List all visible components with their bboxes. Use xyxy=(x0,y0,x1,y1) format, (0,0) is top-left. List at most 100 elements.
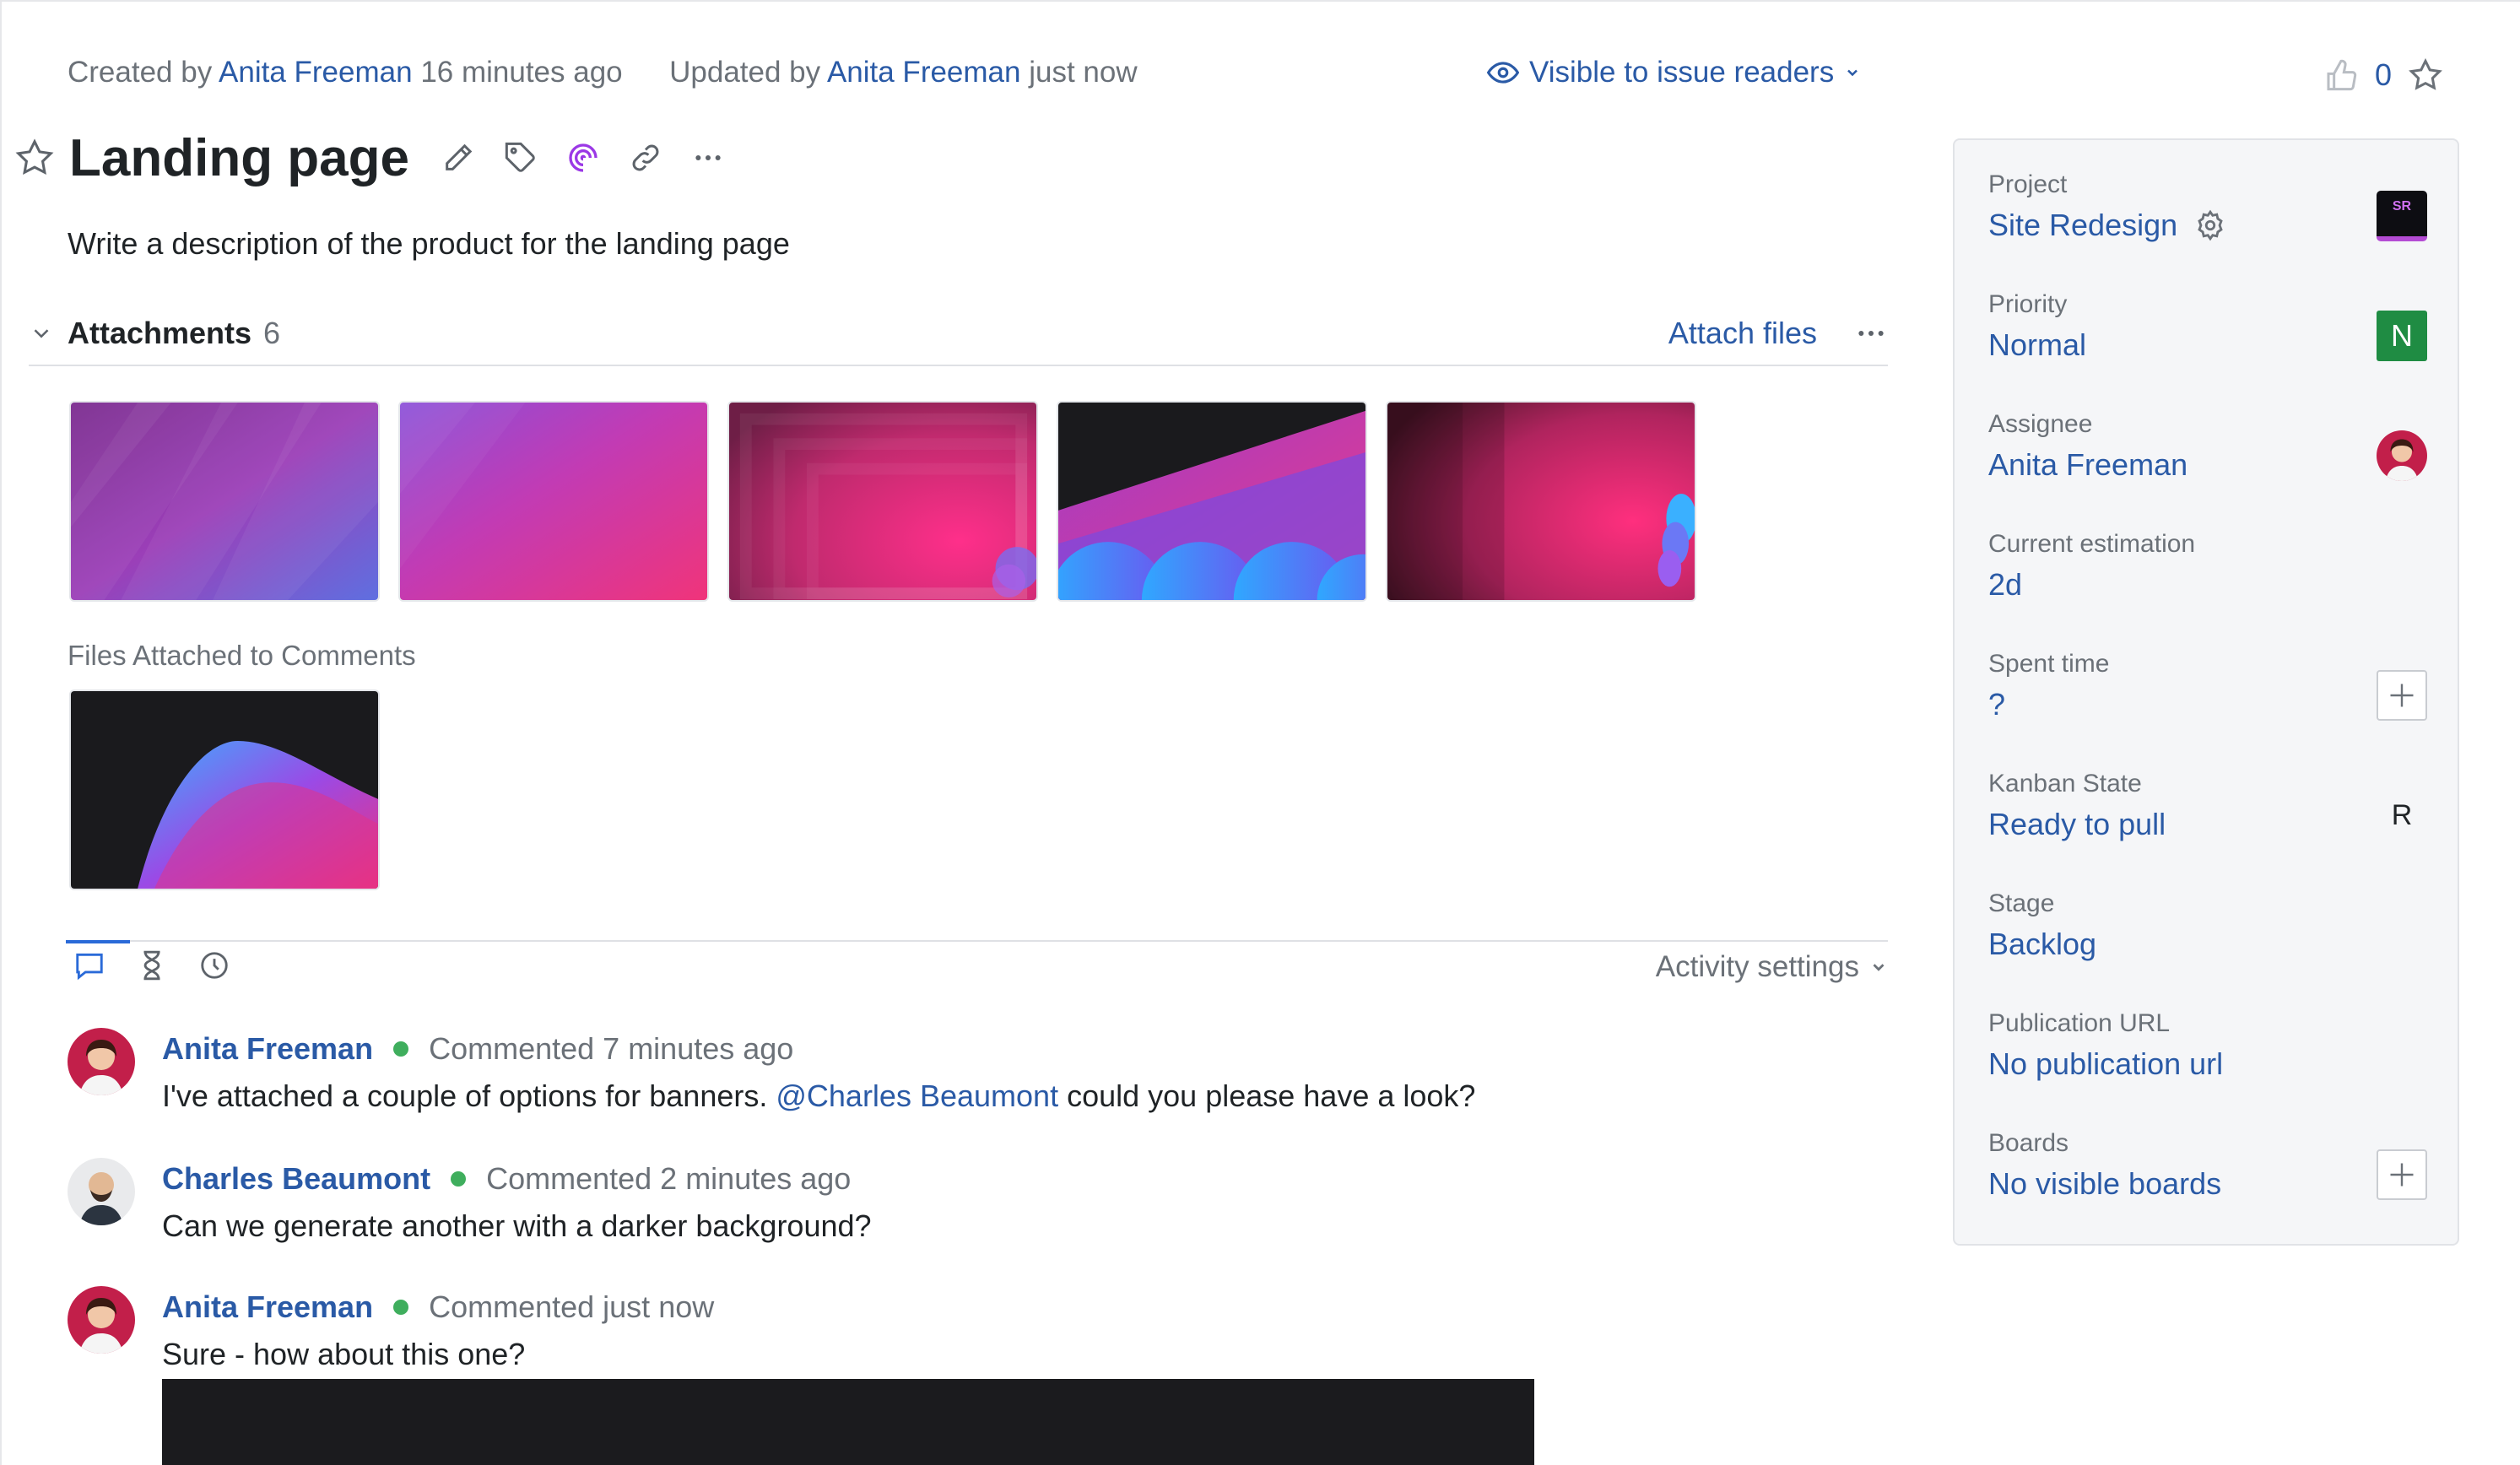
attachment-thumbnail[interactable] xyxy=(1386,401,1696,602)
star-icon[interactable] xyxy=(2409,58,2442,92)
tab-history[interactable] xyxy=(192,942,236,989)
more-icon[interactable] xyxy=(1854,316,1888,350)
attachments-count: 6 xyxy=(263,316,281,350)
issue-fields-panel: Project Site Redesign SR Priority Normal… xyxy=(1953,138,2459,1246)
field-publication-url[interactable]: Publication URL No publication url xyxy=(1988,1009,2427,1111)
created-prefix: Created by xyxy=(68,56,213,89)
comment-item: Charles Beaumont Commented 2 minutes ago… xyxy=(68,1158,1840,1251)
comment-body: Can we generate another with a darker ba… xyxy=(162,1208,872,1243)
priority-badge: N xyxy=(2377,311,2427,361)
field-label: Priority xyxy=(1988,290,2068,318)
eye-icon xyxy=(1487,62,1519,84)
online-indicator xyxy=(393,1300,409,1315)
comment-header: Anita Freeman Commented just now xyxy=(162,1289,714,1325)
field-label: Project xyxy=(1988,170,2068,198)
ai-assistant-icon[interactable] xyxy=(566,141,600,175)
comment-image[interactable] xyxy=(162,1379,1534,1465)
field-value[interactable]: Anita Freeman xyxy=(1988,447,2187,483)
title-toolbar xyxy=(441,141,725,175)
tab-work-items[interactable] xyxy=(130,942,174,989)
activity-settings-label: Activity settings xyxy=(1655,950,1859,983)
add-spent-time-button[interactable] xyxy=(2377,670,2427,721)
field-spent-time[interactable]: Spent time ? xyxy=(1988,650,2427,751)
field-value[interactable]: Ready to pull xyxy=(1988,807,2166,842)
field-label: Assignee xyxy=(1988,410,2093,438)
comment-time: Commented 7 minutes ago xyxy=(429,1031,794,1066)
comment-header: Anita Freeman Commented 7 minutes ago xyxy=(162,1031,793,1067)
comment-body: I've attached a couple of options for ba… xyxy=(162,1078,1475,1114)
comment-attachment-thumbnail[interactable] xyxy=(69,689,380,890)
kanban-state-badge: R xyxy=(2391,798,2413,831)
avatar[interactable] xyxy=(68,1158,135,1225)
attachment-thumbnail[interactable] xyxy=(727,401,1038,602)
comment-text: I've attached a couple of options for ba… xyxy=(162,1078,776,1113)
updated-prefix: Updated by xyxy=(669,56,821,89)
comment-body: Sure - how about this one? xyxy=(162,1337,526,1371)
comment-text: could you please have a look? xyxy=(1058,1078,1476,1113)
thumbs-up-icon[interactable] xyxy=(2324,58,2358,92)
comment-time: Commented just now xyxy=(429,1289,715,1324)
comment-author[interactable]: Anita Freeman xyxy=(162,1031,373,1067)
chevron-down-icon xyxy=(1847,69,1858,77)
pencil-icon[interactable] xyxy=(441,141,475,175)
field-value[interactable]: Normal xyxy=(1988,327,2086,363)
activity-bar: Activity settings xyxy=(66,940,1888,991)
plus-icon xyxy=(2390,684,2414,707)
updated-time: just now xyxy=(1029,56,1138,89)
gear-icon[interactable] xyxy=(2194,209,2226,241)
attachment-thumbnail[interactable] xyxy=(1057,401,1367,602)
clock-icon xyxy=(201,952,228,979)
field-value-text[interactable]: Site Redesign xyxy=(1988,208,2177,243)
comment-author[interactable]: Charles Beaumont xyxy=(162,1161,430,1197)
field-boards[interactable]: Boards No visible boards xyxy=(1988,1129,2427,1230)
field-value[interactable]: ? xyxy=(1988,687,2005,722)
field-value[interactable]: No visible boards xyxy=(1988,1166,2221,1202)
field-kanban-state[interactable]: Kanban State Ready to pull R xyxy=(1988,770,2427,871)
comment-header: Charles Beaumont Commented 2 minutes ago xyxy=(162,1161,851,1197)
visibility-label: Visible to issue readers xyxy=(1529,56,1835,89)
attachment-thumbnail[interactable] xyxy=(69,401,380,602)
chevron-down-icon[interactable] xyxy=(29,321,54,346)
field-value[interactable]: Backlog xyxy=(1988,927,2096,962)
vote-count: 0 xyxy=(2375,57,2393,92)
tab-comments[interactable] xyxy=(66,940,130,989)
issue-meta: Created by Anita Freeman 16 minutes ago … xyxy=(68,56,1138,89)
field-label: Stage xyxy=(1988,889,2055,917)
attachment-thumbnail[interactable] xyxy=(398,401,709,602)
field-project[interactable]: Project Site Redesign SR xyxy=(1988,170,2427,272)
hourglass-icon xyxy=(143,950,160,981)
star-icon[interactable] xyxy=(15,138,54,177)
avatar[interactable] xyxy=(68,1028,135,1095)
title-row: Landing page xyxy=(15,120,725,196)
field-label: Boards xyxy=(1988,1129,2069,1157)
comment-time: Commented 2 minutes ago xyxy=(486,1161,852,1196)
mention-link[interactable]: @Charles Beaumont xyxy=(776,1078,1058,1113)
comment-files-label: Files Attached to Comments xyxy=(68,640,416,671)
field-stage[interactable]: Stage Backlog xyxy=(1988,889,2427,991)
field-current-estimation[interactable]: Current estimation 2d xyxy=(1988,530,2427,631)
field-value[interactable]: No publication url xyxy=(1988,1046,2223,1082)
issue-description[interactable]: Write a description of the product for t… xyxy=(68,226,790,262)
avatar[interactable] xyxy=(68,1286,135,1354)
tag-icon[interactable] xyxy=(504,141,538,175)
attachment-thumbnails xyxy=(69,401,1696,602)
comment-item: Anita Freeman Commented 7 minutes ago I'… xyxy=(68,1028,1840,1121)
attachments-header: Attachments 6 Attach files xyxy=(29,302,1888,366)
field-label: Spent time xyxy=(1988,650,2110,678)
chevron-down-icon xyxy=(1873,964,1885,971)
attach-files-button[interactable]: Attach files xyxy=(1668,316,1817,351)
comment-author[interactable]: Anita Freeman xyxy=(162,1289,373,1325)
activity-settings-dropdown[interactable]: Activity settings xyxy=(1656,950,1888,984)
field-priority[interactable]: Priority Normal N xyxy=(1988,290,2427,392)
updated-author-link[interactable]: Anita Freeman xyxy=(827,56,1021,89)
issue-page: Created by Anita Freeman 16 minutes ago … xyxy=(0,0,2520,1465)
field-assignee[interactable]: Assignee Anita Freeman xyxy=(1988,410,2427,511)
created-author-link[interactable]: Anita Freeman xyxy=(219,56,413,89)
add-board-button[interactable] xyxy=(2377,1149,2427,1200)
field-label: Publication URL xyxy=(1988,1009,2171,1037)
visibility-dropdown[interactable]: Visible to issue readers xyxy=(1487,56,1861,89)
page-title: Landing page xyxy=(69,128,409,187)
more-icon[interactable] xyxy=(691,141,725,175)
link-icon[interactable] xyxy=(629,141,662,175)
field-value[interactable]: 2d xyxy=(1988,567,2022,603)
